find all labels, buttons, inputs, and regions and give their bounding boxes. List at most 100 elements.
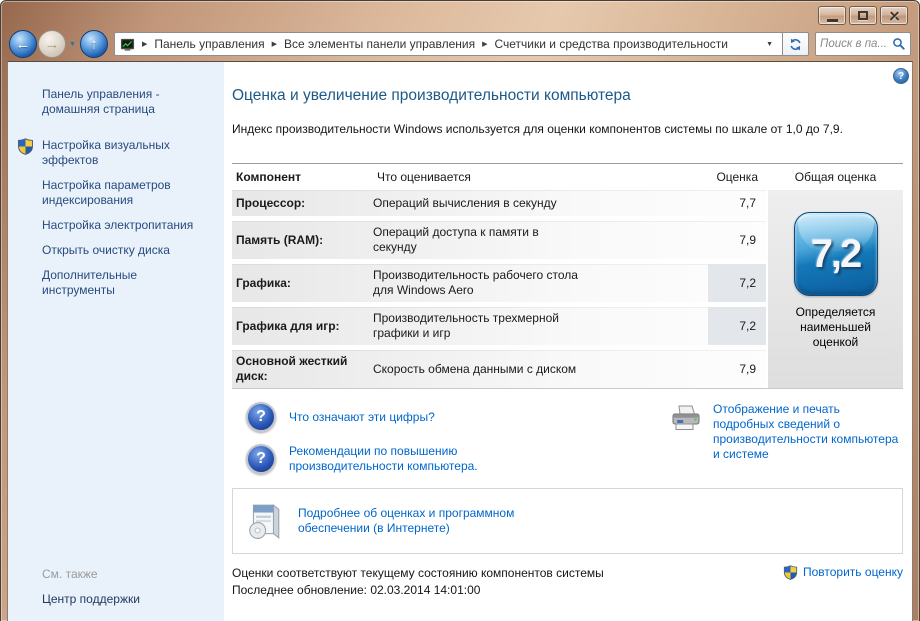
close-button[interactable] [880,6,908,25]
link-label[interactable]: Рекомендации по повышению производительн… [289,444,519,474]
component-score-lowest: 7,2 [708,307,766,345]
performance-table: Компонент Что оценивается Оценка Общая о… [232,163,903,389]
breadcrumb-control-panel[interactable]: Панель управления [154,37,264,51]
refresh-icon [788,37,803,52]
component-score: 7,9 [739,362,756,376]
see-also-section: См. также Центр поддержки [42,567,140,606]
question-icon: ? [246,402,276,432]
sidebar-item-control-panel-home[interactable]: Панель управления - домашняя страница [42,87,210,117]
table-header: Компонент Что оценивается Оценка Общая о… [232,163,903,190]
back-button[interactable]: ← [9,30,37,58]
component-description: Операций вычисления в секунду [373,195,557,210]
column-header-overall: Общая оценка [794,170,877,184]
back-arrow-icon: ← [15,35,31,53]
sidebar-item-label: Настройка электропитания [42,218,194,232]
search-icon[interactable] [892,37,906,51]
forward-button[interactable]: → [38,30,66,58]
sidebar-item-label: Открыть очистку диска [42,243,170,257]
software-box-icon [245,502,283,540]
help-links-section: ? Что означают эти цифры? ? Рекомендации… [232,402,903,474]
component-score: 7,7 [739,196,756,210]
base-score-value: 7,2 [810,231,863,276]
search-input[interactable] [820,38,892,50]
link-label[interactable]: Повторить оценку [803,565,903,580]
component-description: Производительность трехмерной графики и … [373,311,559,340]
uac-shield-icon [783,565,798,580]
breadcrumb-performance-tools[interactable]: Счетчики и средства производительности [494,37,727,51]
address-bar[interactable]: ▶ Панель управления ▶ Все элементы панел… [113,32,782,56]
table-row: Процессор: Операций вычисления в секунду… [232,190,766,216]
search-box [815,32,911,56]
page-title: Оценка и увеличение производительности к… [232,87,631,104]
component-score: 7,9 [739,233,756,247]
title-bar [1,1,919,27]
table-row: Память (RAM): Операций доступа к памяти … [232,221,766,259]
overall-score-panel: 7,2 Определяется наименьшей оценкой [768,190,903,388]
online-info-box: Подробнее об оценках и программном обесп… [232,488,903,554]
minimize-icon [826,18,838,22]
breadcrumb-all-items[interactable]: Все элементы панели управления [284,37,475,51]
question-icon: ? [246,444,276,474]
column-header-score: Оценка [716,170,758,184]
breadcrumb-separator-icon: ▶ [271,41,277,48]
sidebar-item-label: Дополнительные инструменты [42,268,137,297]
table-row: Основной жесткий диск: Скорость обмена д… [232,350,766,388]
link-label[interactable]: Что означают эти цифры? [289,410,435,425]
component-description: Скорость обмена данными с диском [373,361,577,376]
minimize-button[interactable] [818,6,846,25]
maximize-button[interactable] [849,6,877,25]
refresh-button[interactable] [782,32,809,56]
component-name: Память (RAM): [236,232,324,247]
sidebar-item-label: Настройка визуальных эффектов [42,138,170,167]
close-icon [888,9,901,22]
sidebar-item-advanced-tools[interactable]: Дополнительные инструменты [42,268,210,298]
table-row: Графика: Производительность рабочего сто… [232,264,766,302]
intro-text: Индекс производительности Windows исполь… [232,122,843,136]
column-header-description: Что оценивается [377,170,471,184]
component-name: Процессор: [236,195,306,210]
uac-shield-icon [17,138,34,155]
status-text: Оценки соответствуют текущему состоянию … [232,566,604,580]
column-header-component: Компонент [236,170,301,184]
component-description: Операций доступа к памяти в секунду [373,225,539,254]
printer-icon [670,404,702,432]
component-description: Производительность рабочего стола для Wi… [373,268,578,297]
address-dropdown-icon[interactable]: ▼ [762,41,777,48]
sidebar-item-power-settings[interactable]: Настройка электропитания [42,218,210,233]
link-improve-performance-tips[interactable]: ? Рекомендации по повышению производител… [246,444,519,474]
sidebar: Панель управления - домашняя страница На… [8,62,224,621]
base-score-caption: Определяется наименьшей оценкой [795,305,876,349]
breadcrumb-separator-icon: ▶ [141,41,148,48]
link-label[interactable]: Отображение и печать подробных сведений … [713,402,903,462]
rerun-assessment-link[interactable]: Повторить оценку [783,565,903,580]
table-rows: Процессор: Операций вычисления в секунду… [232,190,766,388]
component-name: Графика для игр: [236,318,340,333]
client-area: Панель управления - домашняя страница На… [7,61,913,621]
see-also-header: См. также [42,567,98,581]
link-online-info[interactable]: Подробнее об оценках и программном обесп… [298,506,548,536]
sidebar-item-visual-effects[interactable]: Настройка визуальных эффектов [42,138,210,168]
sidebar-item-indexing-options[interactable]: Настройка параметров индексирования [42,178,210,208]
up-button[interactable]: ↑ [79,30,108,58]
component-name: Графика: [236,275,291,290]
component-name: Основной жесткий диск: [236,354,348,383]
window-controls [818,6,908,25]
explorer-window: ← → ▼ ↑ ▶ Панель управления ▶ Все элемен… [0,0,920,621]
address-bar-group: ▶ Панель управления ▶ Все элементы панел… [113,32,809,56]
sidebar-item-action-center[interactable]: Центр поддержки [42,592,140,606]
recent-pages-dropdown-icon[interactable]: ▼ [66,41,79,48]
help-icon[interactable]: ? [893,68,909,84]
base-score-badge: 7,2 [793,212,878,296]
forward-arrow-icon: → [44,35,60,53]
link-print-details[interactable]: Отображение и печать подробных сведений … [670,402,903,474]
performance-monitor-icon [120,37,135,52]
breadcrumb-separator-icon: ▶ [482,41,488,48]
sidebar-item-disk-cleanup[interactable]: Открыть очистку диска [42,243,210,258]
status-footer: Оценки соответствуют текущему состоянию … [232,565,903,599]
navigation-toolbar: ← → ▼ ↑ ▶ Панель управления ▶ Все элемен… [1,27,919,61]
maximize-icon [858,11,868,20]
component-score-lowest: 7,2 [708,264,766,302]
link-what-do-numbers-mean[interactable]: ? Что означают эти цифры? [246,402,519,432]
sidebar-item-label: Настройка параметров индексирования [42,178,171,207]
main-content: ? Оценка и увеличение производительности… [224,62,912,621]
